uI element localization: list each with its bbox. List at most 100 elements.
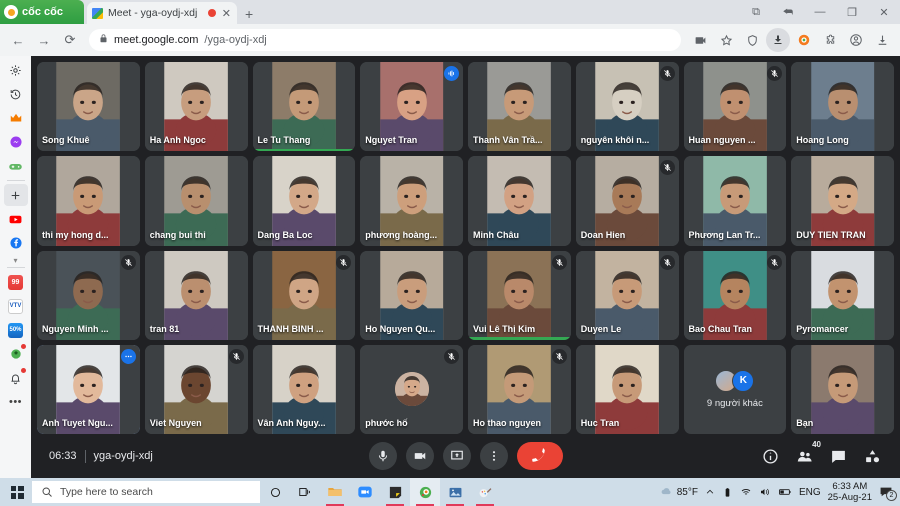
tile-more-options-icon[interactable] xyxy=(121,349,136,364)
coccoc-brand[interactable]: cốc cốc xyxy=(0,0,84,24)
show-everyone-button[interactable]: 40 xyxy=(794,446,814,466)
participant-tile[interactable]: Ha Anh Ngoc xyxy=(145,62,248,151)
participant-tile[interactable]: Anh Tuyet Ngu... xyxy=(37,345,140,434)
camera-icon[interactable] xyxy=(688,28,712,52)
participant-tile[interactable]: Vui Lê Thị Kim xyxy=(468,251,571,340)
maximize-button[interactable]: ❐ xyxy=(836,0,868,24)
sidebar-item-settings[interactable] xyxy=(4,59,28,81)
sidebar-item-vtv[interactable]: VTV xyxy=(4,295,28,317)
participant-tile[interactable]: thi my hong d... xyxy=(37,156,140,245)
sidebar-item-add[interactable] xyxy=(4,184,28,206)
sidebar-item-history[interactable] xyxy=(4,83,28,105)
chat-button[interactable] xyxy=(828,446,848,466)
coccoc-icon[interactable] xyxy=(792,28,816,52)
photos-icon[interactable] xyxy=(440,478,470,506)
notes-icon[interactable] xyxy=(380,478,410,506)
show-hidden-icons-chevron-icon[interactable] xyxy=(705,487,715,497)
task-view-icon[interactable] xyxy=(290,478,320,506)
forward-icon[interactable]: → xyxy=(32,28,56,52)
paint-icon[interactable] xyxy=(470,478,500,506)
close-window-button[interactable]: ✕ xyxy=(868,0,900,24)
minimize-button[interactable]: — xyxy=(804,0,836,24)
participant-tile[interactable]: Nguyen Minh ... xyxy=(37,251,140,340)
leave-call-button[interactable] xyxy=(517,442,563,470)
taskbar-search-input[interactable]: Type here to search xyxy=(32,481,260,503)
address-bar[interactable]: meet.google.com/yga-oydj-xdj xyxy=(89,29,681,51)
star-icon[interactable] xyxy=(714,28,738,52)
participant-tile[interactable]: Dang Ba Loc xyxy=(253,156,356,245)
participant-tile[interactable]: Duyen Le xyxy=(576,251,679,340)
sidebar-item-messenger[interactable] xyxy=(4,131,28,153)
sidebar-item-football[interactable] xyxy=(4,343,28,365)
reload-icon[interactable]: ⟳ xyxy=(58,28,82,52)
zoom-icon[interactable] xyxy=(350,478,380,506)
participant-tile[interactable]: phương hoàng... xyxy=(360,156,463,245)
participant-tile[interactable]: Hoang Long xyxy=(791,62,894,151)
new-tab-button[interactable]: + xyxy=(245,6,253,22)
shield-icon[interactable] xyxy=(740,28,764,52)
participant-tile[interactable]: Le Tu Thang xyxy=(253,62,356,151)
battery-icon[interactable] xyxy=(778,485,792,499)
battery-charging-icon[interactable] xyxy=(722,487,733,498)
sidebar-item-sale[interactable]: 50% xyxy=(4,319,28,341)
participant-tile[interactable]: chang bui thi xyxy=(145,156,248,245)
language-indicator[interactable]: ENG xyxy=(799,487,821,498)
meeting-details-button[interactable] xyxy=(760,446,780,466)
action-center-button[interactable]: 2 xyxy=(879,486,894,499)
file-explorer-icon[interactable] xyxy=(320,478,350,506)
back-icon[interactable]: ← xyxy=(6,28,30,52)
tab-meet[interactable]: Meet - yga-oydj-xdj ✕ xyxy=(87,2,237,24)
participant-tile[interactable]: Pyromancer xyxy=(791,251,894,340)
sidebar-item-facebook[interactable] xyxy=(4,232,28,254)
participant-tile[interactable]: nguyên khôi n... xyxy=(576,62,679,151)
mic-off-icon xyxy=(336,255,351,270)
participant-tile[interactable]: tran 81 xyxy=(145,251,248,340)
activities-button[interactable] xyxy=(862,446,882,466)
participant-tile[interactable]: Doan Hien xyxy=(576,156,679,245)
download-arrow-icon[interactable] xyxy=(766,28,790,52)
sidebar-item-games[interactable] xyxy=(4,155,28,177)
participant-tile[interactable]: Bao Chau Tran xyxy=(684,251,787,340)
wifi-icon[interactable] xyxy=(740,486,752,498)
start-button[interactable] xyxy=(2,478,32,506)
coccoc-sidebar: ▾ 99 VTV 50% ••• xyxy=(0,56,31,478)
coccoc-icon[interactable] xyxy=(410,478,440,506)
cortana-icon[interactable] xyxy=(260,478,290,506)
more-options-button[interactable] xyxy=(480,442,508,470)
present-screen-button[interactable] xyxy=(443,442,471,470)
sidebar-item-youtube[interactable] xyxy=(4,208,28,230)
participant-tile[interactable]: Viet Nguyen xyxy=(145,345,248,434)
camera-button[interactable] xyxy=(406,442,434,470)
extensions-icon[interactable] xyxy=(818,28,842,52)
tile-other-participants[interactable]: K 9 người khác xyxy=(684,345,787,434)
participant-tile[interactable]: Ho thao nguyen xyxy=(468,345,571,434)
participant-tile[interactable]: Thanh Vân Trầ... xyxy=(468,62,571,151)
weather-indicator[interactable]: 85°F xyxy=(660,486,698,499)
tab-search-icon[interactable]: ⧉ xyxy=(740,0,772,24)
downloads-icon[interactable] xyxy=(870,28,894,52)
participant-tile[interactable]: Nguyet Tran xyxy=(360,62,463,151)
participant-tile[interactable]: Phương Lan Tr... xyxy=(684,156,787,245)
taskbar-clock[interactable]: 6:33 AM 25-Aug-21 xyxy=(828,481,872,503)
participant-tile[interactable]: Huc Tran xyxy=(576,345,679,434)
participant-tile[interactable]: Huan nguyen ... xyxy=(684,62,787,151)
participant-tile[interactable]: THANH BINH ... xyxy=(253,251,356,340)
participant-tile[interactable]: Bạn xyxy=(791,345,894,434)
participant-tile[interactable]: Vân Anh Nguy... xyxy=(253,345,356,434)
participant-tile[interactable]: Ho Nguyen Qu... xyxy=(360,251,463,340)
participant-tile[interactable]: Song Khuê xyxy=(37,62,140,151)
participant-tile[interactable]: DUY TIEN TRAN xyxy=(791,156,894,245)
participant-tile[interactable]: Minh Châu xyxy=(468,156,571,245)
profile-icon[interactable] xyxy=(844,28,868,52)
participant-tile[interactable]: phước hố xyxy=(360,345,463,434)
sidebar-item-notifications[interactable] xyxy=(4,367,28,389)
participant-name: Vân Anh Nguy... xyxy=(253,418,331,434)
microphone-button[interactable] xyxy=(369,442,397,470)
sidebar-item-more[interactable]: ••• xyxy=(4,391,28,413)
collapse-icon[interactable]: ⮪ xyxy=(772,0,804,24)
tab-close-icon[interactable]: ✕ xyxy=(221,7,232,20)
sidebar-chevron-down-icon[interactable]: ▾ xyxy=(4,256,28,264)
sidebar-item-shopping[interactable]: 99 xyxy=(4,271,28,293)
volume-icon[interactable] xyxy=(759,486,771,498)
sidebar-item-crown[interactable] xyxy=(4,107,28,129)
